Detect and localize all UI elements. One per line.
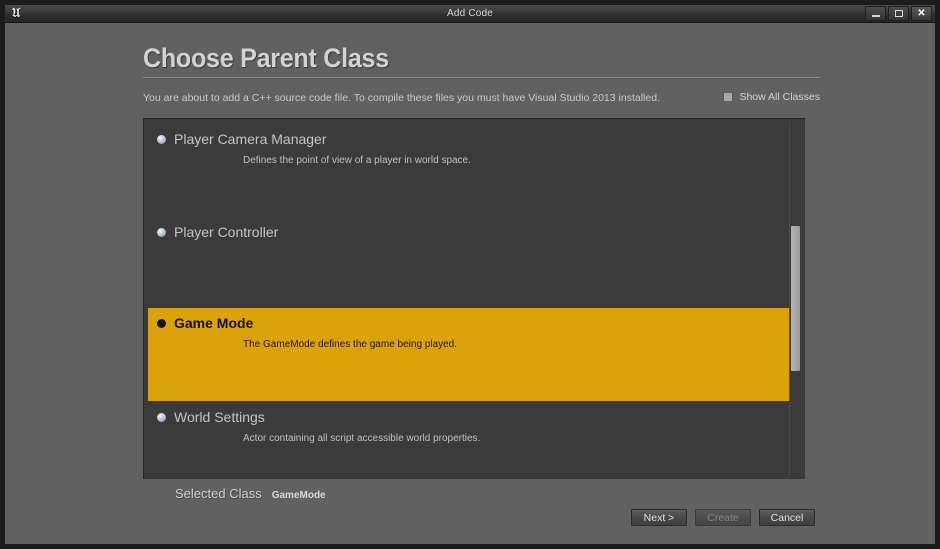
class-item-description: The GameMode defines the game being play… bbox=[243, 339, 458, 350]
class-list-item[interactable]: Game Mode The GameMode defines the game b… bbox=[148, 308, 791, 401]
cancel-button[interactable]: Cancel bbox=[759, 509, 815, 526]
header-divider bbox=[143, 77, 820, 78]
list-scrollbar-thumb[interactable] bbox=[791, 226, 800, 371]
class-bullet-icon bbox=[157, 227, 166, 237]
selected-class: Selected Class GameMode bbox=[175, 486, 326, 501]
next-button[interactable]: Next > bbox=[631, 509, 687, 526]
class-item-title: World Settings bbox=[148, 409, 791, 425]
minimize-icon bbox=[871, 14, 880, 17]
maximize-icon bbox=[894, 10, 903, 17]
class-item-title: Player Camera Manager bbox=[148, 131, 791, 147]
parent-class-list-items: Player Camera Manager Defines the point o… bbox=[143, 118, 791, 479]
page-title: Choose Parent Class bbox=[143, 43, 389, 73]
class-item-name: Player Camera Manager bbox=[174, 131, 327, 147]
close-button[interactable]: ✕ bbox=[911, 6, 932, 21]
class-item-description: Defines the point of view of a player in… bbox=[243, 155, 471, 166]
selected-class-label: Selected Class bbox=[175, 486, 262, 501]
parent-class-list[interactable]: Player Camera Manager Defines the point o… bbox=[143, 118, 805, 479]
window-controls: ✕ bbox=[865, 6, 932, 21]
show-all-classes-toggle[interactable]: Show All Classes bbox=[723, 91, 820, 103]
page-description: You are about to add a C++ source code f… bbox=[143, 92, 660, 104]
class-bullet-icon bbox=[157, 412, 166, 422]
maximize-button[interactable] bbox=[888, 6, 909, 21]
class-item-name: World Settings bbox=[174, 409, 265, 425]
class-item-title: Player Controller bbox=[148, 224, 791, 240]
unreal-engine-logo-icon: 𝔘 bbox=[11, 6, 21, 21]
create-button: Create bbox=[695, 509, 751, 526]
selected-class-value: GameMode bbox=[271, 490, 326, 501]
dialog-buttons: Next > Create Cancel bbox=[631, 509, 815, 526]
dialog-body: Choose Parent Class You are about to add… bbox=[5, 23, 935, 544]
class-list-item[interactable]: World Settings Actor containing all scrip… bbox=[148, 402, 791, 477]
list-scrollbar[interactable] bbox=[789, 121, 801, 476]
minimize-button[interactable] bbox=[865, 6, 886, 21]
class-item-name: Player Controller bbox=[174, 224, 279, 240]
class-list-item[interactable]: Player Camera Manager Defines the point o… bbox=[148, 124, 791, 206]
class-item-name: Game Mode bbox=[174, 315, 254, 331]
class-bullet-icon bbox=[157, 134, 166, 144]
show-all-classes-label: Show All Classes bbox=[739, 91, 820, 103]
window-title: Add Code bbox=[446, 8, 494, 19]
class-bullet-icon bbox=[157, 318, 166, 328]
class-item-description: Actor containing all script accessible w… bbox=[243, 433, 481, 444]
show-all-classes-checkbox[interactable] bbox=[723, 92, 734, 102]
class-list-item[interactable]: Player Controller bbox=[148, 217, 791, 299]
add-code-window: 𝔘 Add Code ✕ Choose Parent Class You are… bbox=[0, 0, 940, 549]
title-bar[interactable]: 𝔘 Add Code ✕ bbox=[5, 5, 935, 23]
class-item-title: Game Mode bbox=[148, 315, 791, 331]
